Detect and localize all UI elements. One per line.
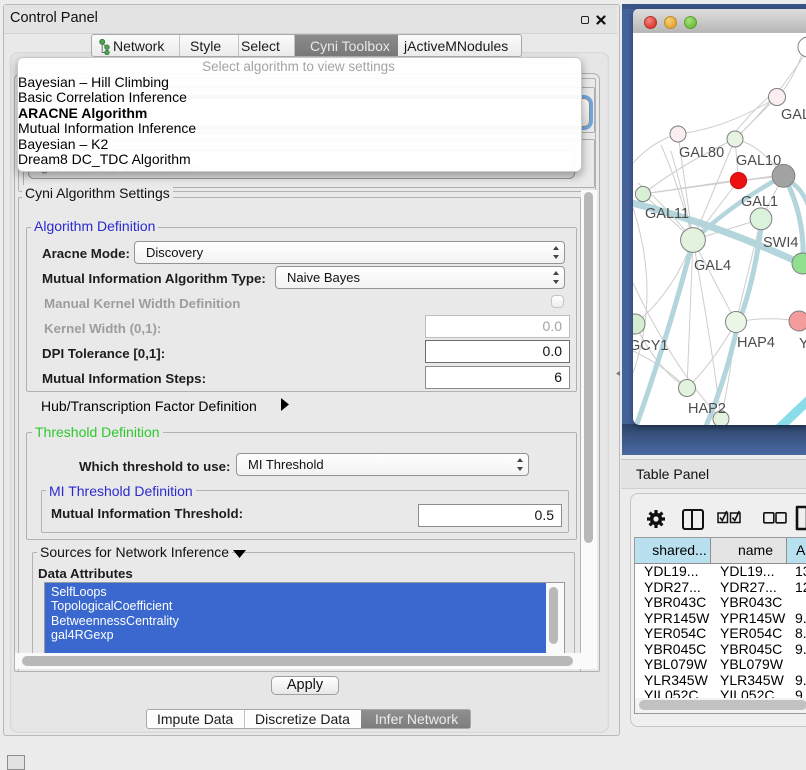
svg-text:HAP4: HAP4: [737, 335, 775, 351]
svg-text:GAL: GAL: [781, 107, 806, 123]
svg-text:GAL80: GAL80: [679, 145, 724, 161]
svg-text:SWI4: SWI4: [763, 235, 798, 251]
svg-text:Y: Y: [799, 336, 806, 352]
svg-text:GAL1: GAL1: [741, 194, 778, 210]
svg-text:GAL11: GAL11: [645, 206, 689, 222]
svg-text:GCY1: GCY1: [633, 338, 669, 354]
svg-text:HAP2: HAP2: [688, 401, 726, 417]
svg-text:GAL4: GAL4: [694, 258, 731, 274]
svg-text:GAL10: GAL10: [736, 153, 781, 169]
